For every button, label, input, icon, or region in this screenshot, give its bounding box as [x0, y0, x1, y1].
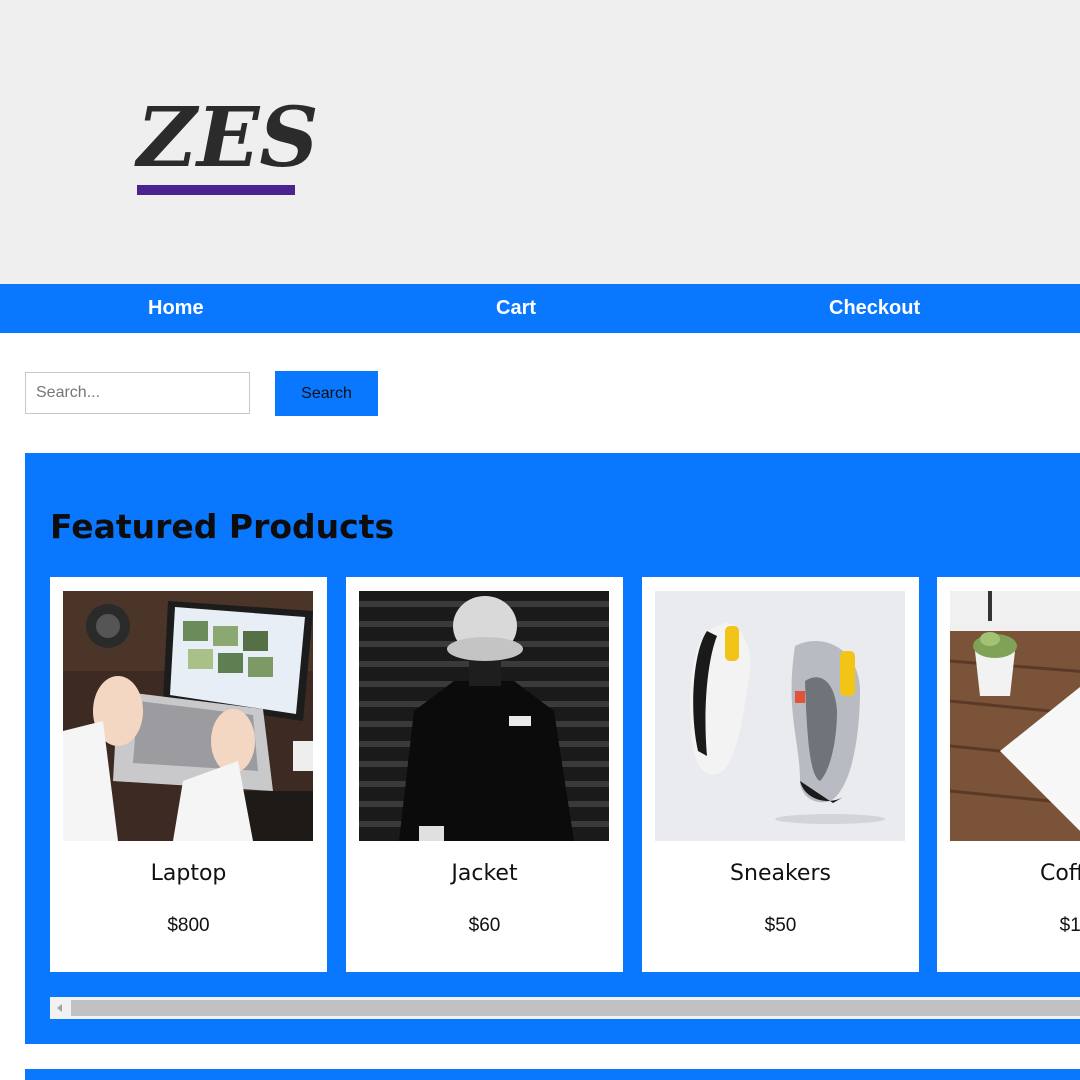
- product-card-jacket[interactable]: Jacket $60: [346, 577, 623, 972]
- logo-underline: [137, 185, 295, 195]
- main-nav: Home Cart Checkout: [0, 284, 1080, 333]
- product-price: $15: [1059, 915, 1080, 936]
- search-input[interactable]: [25, 372, 250, 414]
- section-title: Featured Products: [50, 507, 395, 546]
- product-price: $50: [764, 915, 797, 936]
- scroll-left-arrow-icon[interactable]: [50, 997, 70, 1019]
- product-card-sneakers[interactable]: Sneakers $50: [642, 577, 919, 972]
- coffee-image: [950, 591, 1080, 841]
- nav-home-link[interactable]: Home: [148, 284, 204, 333]
- sneakers-image: [655, 591, 905, 841]
- logo-text: ZES: [137, 90, 319, 186]
- product-name: Jacket: [451, 861, 518, 886]
- product-card-coffee[interactable]: Coffee $15: [937, 577, 1080, 972]
- featured-products-section: Featured Products Laptop $800 Jacket $60…: [25, 453, 1080, 1044]
- site-logo[interactable]: ZES: [137, 92, 319, 196]
- product-name: Laptop: [150, 861, 227, 886]
- search-button[interactable]: Search: [275, 371, 378, 416]
- product-price: $60: [468, 915, 501, 936]
- horizontal-scrollbar[interactable]: [50, 997, 1080, 1019]
- product-card-laptop[interactable]: Laptop $800: [50, 577, 327, 972]
- product-name: Sneakers: [730, 861, 831, 886]
- product-price: $800: [167, 915, 210, 936]
- jacket-image: [359, 591, 609, 841]
- scrollbar-thumb[interactable]: [71, 1000, 1080, 1016]
- next-section-edge: [25, 1069, 1080, 1080]
- nav-checkout-link[interactable]: Checkout: [829, 284, 920, 333]
- site-header: ZES: [0, 0, 1080, 284]
- laptop-image: [63, 591, 313, 841]
- product-name: Coffee: [1039, 861, 1080, 886]
- nav-cart-link[interactable]: Cart: [496, 284, 536, 333]
